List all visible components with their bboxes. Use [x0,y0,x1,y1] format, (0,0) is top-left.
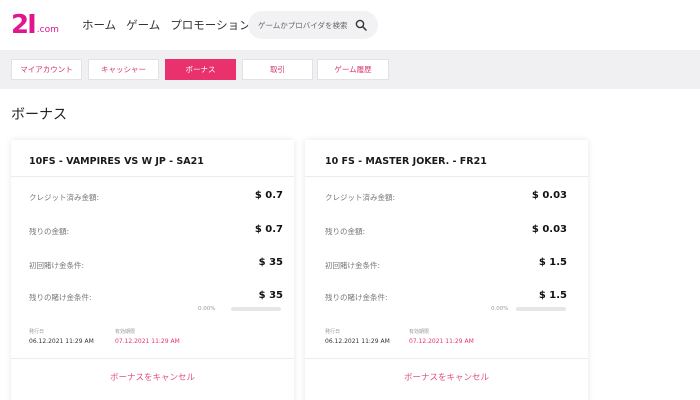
wager-progress-bar [516,307,566,311]
remaining-label: 残りの金額: [29,227,70,236]
progress-percent: 0.00% [491,306,509,312]
nav-promotions[interactable]: プロモーション [170,17,250,33]
expiry-date: 07.12.2021 11:29 AM [115,338,180,345]
remaining-wager-value: $ 35 [258,290,283,301]
credited-label: クレジット済み金額: [325,193,396,202]
issued-label: 発行日 [29,329,45,335]
logo-mark: 2I [11,10,37,40]
remaining-label: 残りの金額: [325,227,366,236]
main-nav: ホーム ゲーム プロモーション [82,17,251,33]
search-icon[interactable] [355,19,367,31]
expiry-date: 07.12.2021 11:29 AM [409,338,474,345]
credited-value: $ 0.7 [254,190,283,201]
tab-my-account[interactable]: マイアカウント [11,59,82,80]
credited-label: クレジット済み金額: [29,193,100,202]
bonus-title: 10FS - VAMPIRES VS W JP - SA21 [29,156,204,167]
initial-wager-value: $ 35 [258,257,283,268]
site-logo[interactable]: 2I .com [11,12,59,38]
credited-value: $ 0.03 [531,190,567,201]
initial-wager-label: 初回賭け金条件: [325,261,381,270]
expiry-label: 有効期限 [115,329,136,335]
remaining-wager-value: $ 1.5 [538,290,567,301]
bonus-card: 10FS - VAMPIRES VS W JP - SA21 クレジット済み金額… [11,140,294,400]
page-title: ボーナス [11,107,67,123]
tab-transactions[interactable]: 取引 [242,59,313,80]
divider [11,176,294,177]
tab-game-history[interactable]: ゲーム履歴 [317,59,389,80]
tab-bonus[interactable]: ボーナス [165,59,236,80]
cancel-bonus-button[interactable]: ボーナスをキャンセル [305,371,588,383]
initial-wager-label: 初回賭け金条件: [29,261,85,270]
wager-progress-bar [231,307,281,311]
search-box [248,11,378,39]
nav-games[interactable]: ゲーム [126,17,160,33]
account-tab-bar: マイアカウント キャッシャー ボーナス 取引 ゲーム履歴 [0,50,700,89]
initial-wager-value: $ 1.5 [538,257,567,268]
expiry-label: 有効期限 [409,329,430,335]
issued-date: 06.12.2021 11:29 AM [325,338,390,345]
divider [305,358,588,359]
remaining-value: $ 0.7 [254,224,283,235]
bonus-title: 10 FS - MASTER JOKER. - FR21 [325,156,487,167]
progress-percent: 0.00% [198,306,216,312]
remaining-wager-label: 残りの賭け金条件: [325,293,388,302]
tab-cashier[interactable]: キャッシャー [88,59,159,80]
remaining-value: $ 0.03 [531,224,567,235]
top-header: 2I .com ホーム ゲーム プロモーション [0,0,700,50]
issued-date: 06.12.2021 11:29 AM [29,338,94,345]
nav-home[interactable]: ホーム [82,17,116,33]
logo-suffix: .com [36,25,59,35]
remaining-wager-label: 残りの賭け金条件: [29,293,92,302]
issued-label: 発行日 [325,329,341,335]
bonus-card: 10 FS - MASTER JOKER. - FR21 クレジット済み金額: … [305,140,588,400]
search-input[interactable] [258,18,358,32]
cancel-bonus-button[interactable]: ボーナスをキャンセル [11,371,294,383]
divider [11,358,294,359]
divider [305,176,588,177]
